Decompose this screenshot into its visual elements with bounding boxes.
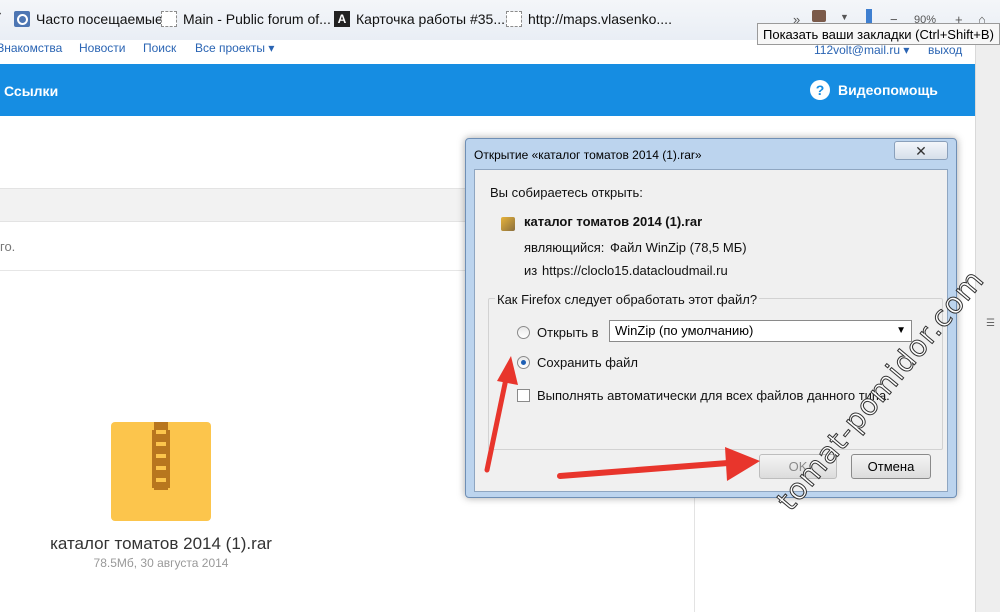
video-help-label: Видеопомощь [838, 82, 938, 98]
open-with-select[interactable]: WinZip (по умолчанию) ▼ [609, 320, 912, 342]
open-with-label: Открыть в [537, 325, 599, 340]
section-title[interactable]: Ссылки [4, 83, 58, 99]
bookmark-maps[interactable]: http://maps.vlasenko.... [506, 11, 672, 27]
file-name[interactable]: каталог томатов 2014 (1).rar [0, 534, 322, 554]
from-value: https://cloclo15.datacloudmail.ru [542, 263, 728, 278]
close-icon: ✕ [915, 143, 927, 159]
open-with-radio[interactable] [517, 326, 530, 339]
nav-link-dating[interactable]: Знакомства [0, 41, 62, 55]
cancel-button[interactable]: Отмена [851, 454, 931, 479]
zipper-icon [152, 422, 170, 490]
bookmarks-tooltip: Показать ваши закладки (Ctrl+Shift+B) [757, 23, 1000, 45]
file-meta: 78.5Мб, 30 августа 2014 [93, 556, 229, 570]
page-icon [161, 11, 177, 27]
info-row: го. [0, 224, 470, 271]
search-folder-icon [14, 11, 30, 27]
toolbar-strip [0, 188, 470, 222]
auto-action-label: Выполнять автоматически для всех файлов … [537, 388, 890, 403]
nav-link-news[interactable]: Новости [79, 41, 125, 55]
bar-icon[interactable] [866, 9, 872, 23]
dialog-intro: Вы собираетесь открыть: [490, 185, 643, 200]
archive-file-icon[interactable] [111, 422, 211, 521]
open-file-dialog: Открытие «каталог томатов 2014 (1).rar» … [465, 138, 957, 498]
scrollbar-grip-icon[interactable]: ☰ [986, 318, 995, 329]
extension-icon[interactable] [812, 10, 826, 22]
bookmarks-scroll-arrow[interactable]: ▾ [0, 10, 1, 21]
question-circle-icon: ? [810, 80, 830, 100]
handling-question: Как Firefox следует обработать этот файл… [495, 292, 760, 307]
auto-action-checkbox[interactable] [517, 389, 530, 402]
save-file-label: Сохранить файл [537, 355, 638, 370]
letter-a-icon: A [334, 11, 350, 27]
save-file-radio[interactable] [517, 356, 530, 369]
type-label: являющийся: [524, 240, 605, 255]
bookmark-work-card[interactable]: A Карточка работы #35... [334, 11, 505, 27]
page-icon [506, 11, 522, 27]
dialog-filename: каталог томатов 2014 (1).rar [524, 214, 703, 229]
open-with-value: WinZip (по умолчанию) [615, 323, 754, 338]
rar-file-icon [501, 217, 515, 231]
dialog-title: Открытие «каталог томатов 2014 (1).rar» [474, 148, 702, 162]
nav-link-all-projects[interactable]: Все проекты ▾ [195, 41, 274, 55]
divider [694, 498, 695, 612]
info-text: го. [0, 239, 16, 254]
bookmark-most-visited[interactable]: Часто посещаемые [14, 11, 163, 27]
close-button[interactable]: ✕ [894, 141, 948, 160]
video-help-button[interactable]: ? Видеопомощь [810, 80, 938, 100]
type-value: Файл WinZip (78,5 МБ) [610, 240, 747, 255]
page-header: Ссылки ? Видеопомощь [0, 64, 975, 116]
bookmark-public-forum[interactable]: Main - Public forum of... [161, 11, 331, 27]
chevron-down-icon[interactable]: ▼ [840, 12, 849, 22]
nav-link-search[interactable]: Поиск [143, 41, 176, 55]
dialog-body: Вы собираетесь открыть: каталог томатов … [474, 169, 948, 492]
from-label: из [524, 263, 538, 278]
